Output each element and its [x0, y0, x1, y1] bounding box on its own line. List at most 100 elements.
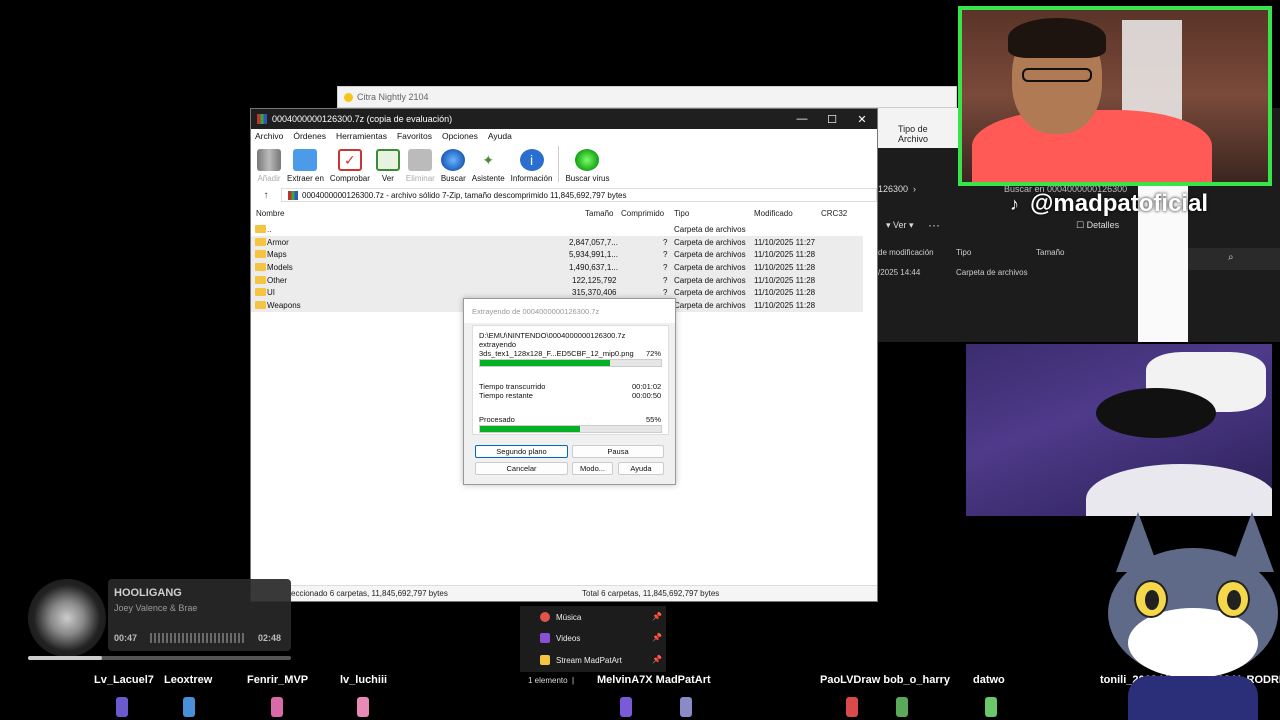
file-compressed: ? — [663, 263, 668, 273]
delete-button[interactable]: Eliminar — [406, 143, 435, 185]
up-arrow-icon[interactable]: ↑ — [251, 190, 281, 201]
col-name[interactable]: Nombre — [256, 209, 284, 218]
processed-percent: 55% — [646, 415, 662, 424]
file-compressed: ? — [663, 275, 668, 285]
status-bar: eccionado 6 carpetas, 11,845,692,797 byt… — [251, 585, 877, 601]
explorer-search-bar[interactable]: ⌕ — [1188, 248, 1280, 270]
file-name: Weapons — [267, 301, 301, 311]
minimize-icon[interactable]: — — [787, 109, 817, 129]
menu-archivo[interactable]: Archivo — [255, 131, 283, 141]
tiktok-handle-text: @madpatoficial — [1030, 190, 1209, 217]
menu-ordenes[interactable]: Órdenes — [293, 131, 326, 141]
file-row-maps[interactable]: Maps 5,934,991,1... ? Carpeta de archivo… — [251, 248, 863, 262]
trash-icon — [408, 149, 433, 171]
wizard-button[interactable]: ✦ Asistente — [472, 143, 505, 185]
menu-ayuda[interactable]: Ayuda — [488, 131, 512, 141]
file-row-other[interactable]: Other 122,125,792 ? Carpeta de archivos … — [251, 273, 863, 287]
pin-icon[interactable]: 📌 — [652, 612, 662, 621]
close-icon[interactable]: ✕ — [847, 109, 877, 129]
song-progress-fill — [28, 656, 102, 660]
maximize-icon[interactable]: ☐ — [817, 109, 847, 129]
virus-scan-button[interactable]: Buscar virus — [565, 143, 609, 185]
wizard-icon: ✦ — [482, 151, 495, 168]
avatar-sprite — [271, 697, 283, 717]
col-type[interactable]: Tipo — [956, 248, 971, 257]
background-button[interactable]: Segundo plano — [475, 445, 568, 458]
add-button[interactable]: Añadir — [257, 143, 281, 185]
avatar-sprite — [680, 697, 692, 717]
quick-item-videos[interactable]: Videos — [540, 633, 580, 643]
remaining-label: Tiempo restante — [479, 391, 533, 400]
find-button[interactable]: Buscar — [441, 143, 466, 185]
file-row-models[interactable]: Models 1,490,637,1... ? Carpeta de archi… — [251, 261, 863, 274]
details-button[interactable]: ☐ Detalles — [1076, 220, 1119, 231]
file-modified: 11/10/2025 11:28 — [754, 263, 816, 273]
extract-folder-icon — [293, 149, 318, 171]
song-total: 02:48 — [258, 633, 282, 643]
folder-icon — [540, 655, 550, 665]
mode-button[interactable]: Modo... — [572, 462, 613, 475]
shirt — [972, 110, 1212, 182]
winrar-app-icon — [257, 114, 267, 124]
menu-opciones[interactable]: Opciones — [442, 131, 478, 141]
pause-button[interactable]: Pausa — [572, 445, 664, 458]
pin-icon[interactable]: 📌 — [652, 655, 662, 664]
avatar-sprite — [985, 697, 997, 717]
file-row-armor[interactable]: Armor 2,847,057,7... ? Carpeta de archiv… — [251, 235, 863, 249]
file-row-parent[interactable]: .. Carpeta de archivos — [251, 223, 863, 236]
file-modified: 11/10/2025 11:27 — [754, 237, 816, 247]
citra-window-bar[interactable]: Citra Nightly 2104 — [337, 86, 957, 108]
help-button[interactable]: Ayuda — [618, 462, 664, 475]
explorer-path[interactable]: 126300 › — [878, 184, 916, 194]
music-icon — [540, 612, 550, 622]
info-button[interactable]: i Información — [510, 143, 553, 185]
col-modified-rar[interactable]: Modificado — [754, 209, 793, 218]
file-type: Carpeta de archivos — [674, 263, 746, 273]
avatar-sprite — [357, 697, 369, 717]
find-label: Buscar — [440, 174, 466, 183]
processed-progress-bar — [479, 425, 662, 433]
info-label: Información — [510, 174, 553, 183]
song-title: HOOLIGANG — [114, 587, 182, 599]
videos-icon — [540, 633, 550, 643]
col-crc[interactable]: CRC32 — [821, 209, 847, 218]
address-field[interactable]: 0004000000126300.7z - archivo sólido 7-Z… — [281, 188, 877, 202]
folder-icon — [255, 250, 266, 259]
file-compressed: ? — [663, 250, 668, 260]
pin-icon[interactable]: 📌 — [652, 633, 662, 642]
folder-icon — [255, 237, 266, 246]
add-icon — [257, 149, 281, 171]
file-progress-bar — [479, 359, 662, 367]
extract-button[interactable]: Extraer en — [287, 143, 324, 185]
menu-favoritos[interactable]: Favoritos — [397, 131, 432, 141]
folder-icon — [255, 225, 266, 233]
menu-herramientas[interactable]: Herramientas — [336, 131, 387, 141]
view-label: Ver — [893, 220, 907, 230]
file-name: Maps — [267, 250, 287, 260]
winrar-titlebar[interactable]: 0004000000126300.7z (copia de evaluación… — [251, 109, 877, 129]
folder-icon — [255, 301, 266, 310]
mascot-eye — [1216, 580, 1250, 618]
file-name: Other — [267, 275, 288, 285]
waveform — [150, 633, 246, 643]
mascot-muzzle — [1128, 608, 1258, 678]
view-button-tb[interactable]: Ver — [375, 143, 400, 185]
virus-scan-label: Buscar virus — [565, 174, 610, 183]
file-type: Carpeta de archivos — [674, 250, 746, 260]
quick-item-music[interactable]: Música — [540, 612, 581, 622]
quick-item-stream[interactable]: Stream MadPatArt — [540, 655, 622, 665]
test-label: Comprobar — [329, 174, 370, 183]
test-button[interactable]: ✓ Comprobar — [330, 143, 370, 185]
more-options-icon[interactable]: ··· — [928, 218, 940, 232]
col-size-rar[interactable]: Tamaño — [585, 209, 613, 218]
col-modified[interactable]: de modificación — [878, 248, 934, 257]
col-type-rar[interactable]: Tipo — [674, 209, 689, 218]
view-button[interactable]: ▾ Ver ▾ — [886, 220, 914, 231]
folder-icon — [255, 288, 266, 297]
cancel-button[interactable]: Cancelar — [475, 462, 568, 475]
file-name: Models — [267, 263, 293, 273]
col-compressed[interactable]: Comprimido — [621, 209, 664, 218]
file-type: Carpeta de archivos — [674, 237, 746, 247]
dialog-path: D:\EMU\NINTENDO\0004000000126300.7z — [479, 331, 626, 340]
col-size[interactable]: Tamaño — [1036, 248, 1064, 257]
